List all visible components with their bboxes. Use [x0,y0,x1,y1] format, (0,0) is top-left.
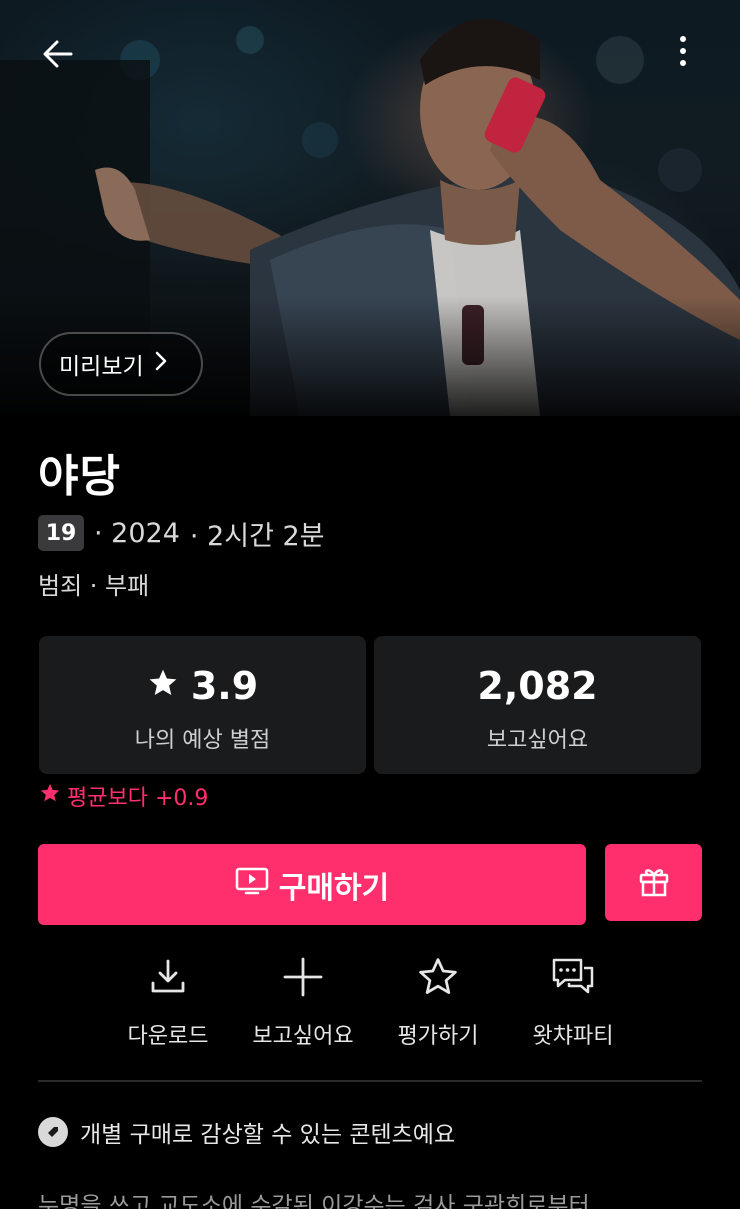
plus-icon-wrap [233,954,373,1004]
rating-compare-text: 평균보다 +0.9 [67,786,209,811]
download-icon-wrap [98,954,238,1004]
predicted-rating-card: 3.9 나의 예상 별점 [39,636,366,774]
divider [38,1080,702,1082]
rate-label: 평가하기 [397,1024,479,1049]
predicted-rating-label: 나의 예상 별점 [134,728,271,753]
wishlist-action-label: 보고싶어요 [252,1024,354,1049]
buy-label: 구매하기 [278,870,390,906]
star-outline-icon-wrap [368,954,508,1004]
purchase-notice: 개별 구매로 감상할 수 있는 콘텐츠예요 [38,1115,455,1149]
download-icon [148,957,188,1001]
age-rating-badge: 19 [38,515,84,551]
predicted-rating-value-row: 3.9 [39,664,366,708]
gift-button[interactable] [605,844,702,921]
plus-icon [282,956,324,1002]
wishlist-count: 2,082 [477,664,598,708]
star-outline-icon [416,955,460,1003]
synopsis: 누명을 쓰고 교도소에 수감된 이강수는 검사 구관희로부터 [38,1193,590,1209]
chat-bubbles-icon-wrap [503,954,643,1004]
ticket-icon [38,1117,68,1147]
star-small-icon [39,782,61,810]
star-filled-icon [147,664,179,708]
watcha-party-action[interactable]: 왓챠파티 [503,950,643,1060]
back-button[interactable] [36,34,80,78]
preview-label: 미리보기 [59,354,144,380]
preview-button[interactable]: 미리보기 [39,332,203,396]
rate-action[interactable]: 평가하기 [368,950,508,1060]
release-year: · 2024 [94,517,180,549]
download-action[interactable]: 다운로드 [98,950,238,1060]
download-label: 다운로드 [127,1024,209,1049]
gift-icon [637,864,671,902]
arrow-left-icon [40,36,76,76]
predicted-rating-value: 3.9 [190,664,259,708]
movie-detail-page: 미리보기 야당 19 · 2024 · 2시간 2분 범죄 · 부패 3.9 나… [0,0,740,1209]
action-row: 다운로드 보고싶어요 평가하기 왓챠파티 [0,950,740,1060]
movie-title: 야당 [38,451,121,502]
more-options-button[interactable] [660,30,706,76]
watcha-party-label: 왓챠파티 [532,1024,614,1049]
play-screen-icon [235,866,269,904]
wishlist-label: 보고싶어요 [486,728,589,753]
genres: 범죄 · 부패 [38,572,150,600]
chat-bubbles-icon [551,956,595,1002]
notice-text: 개별 구매로 감상할 수 있는 콘텐츠예요 [80,1122,456,1148]
runtime: · 2시간 2분 [189,520,325,552]
rating-compare: 평균보다 +0.9 [39,780,208,812]
more-vertical-icon [679,36,687,70]
meta-row: 19 · 2024 · 2시간 2분 [38,514,325,552]
wishlist-action[interactable]: 보고싶어요 [233,950,373,1060]
wishlist-card: 2,082 보고싶어요 [374,636,701,774]
buy-button[interactable]: 구매하기 [38,844,586,925]
hero-image: 미리보기 [0,0,740,416]
chevron-right-icon [154,350,168,378]
